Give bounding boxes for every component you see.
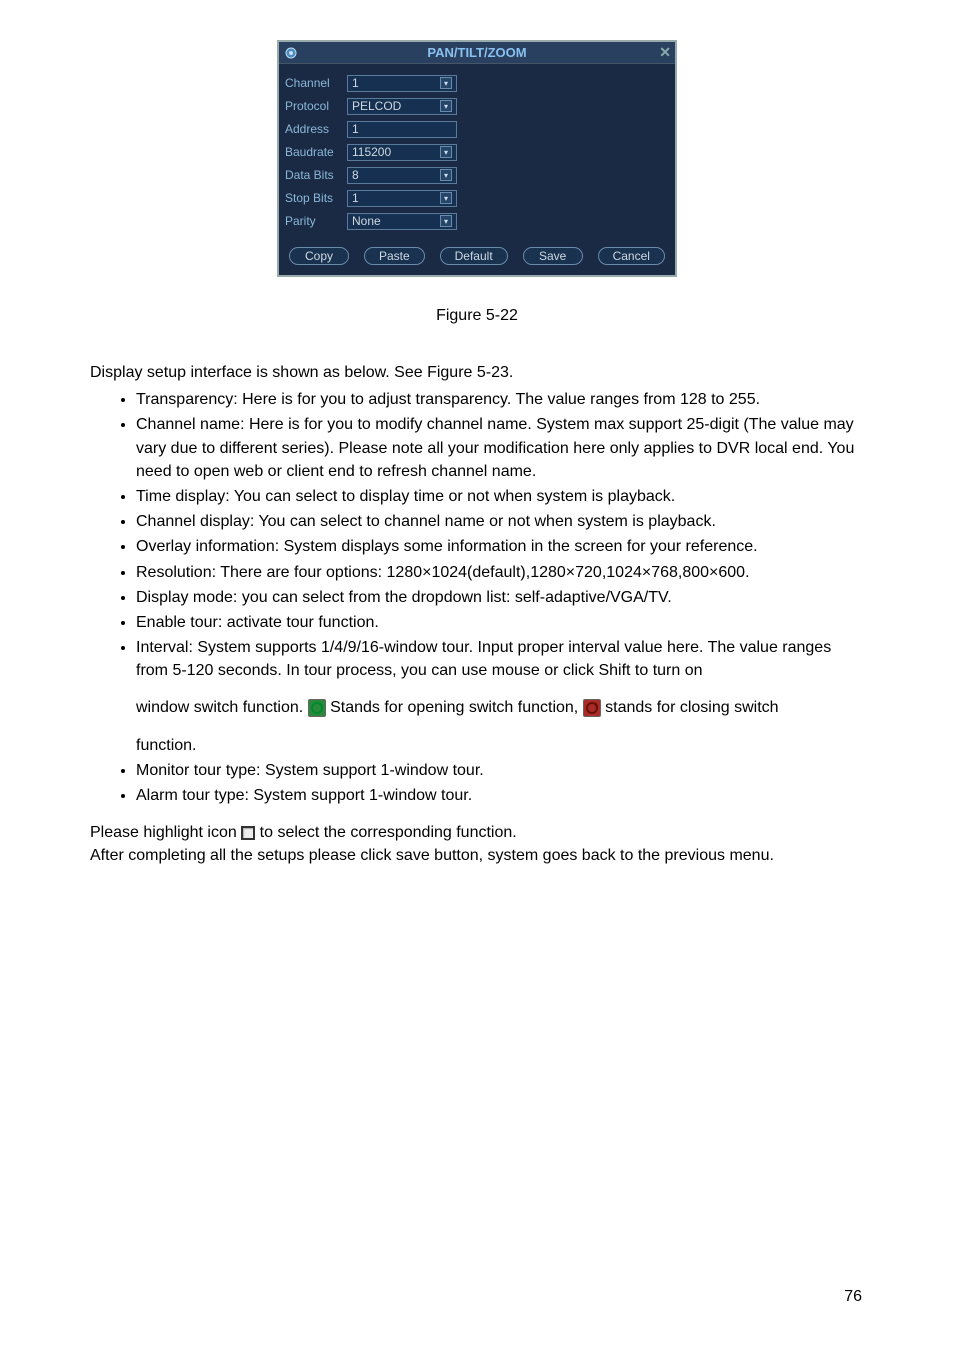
- bullet-time-display: Time display: You can select to display …: [136, 485, 864, 508]
- label-databits: Data Bits: [285, 168, 347, 182]
- body-text: Display setup interface is shown as belo…: [90, 361, 864, 868]
- chevron-down-icon: ▾: [440, 100, 452, 112]
- save-button[interactable]: Save: [523, 247, 583, 265]
- switch-open-icon: [308, 699, 326, 717]
- label-address: Address: [285, 122, 347, 136]
- interval-text-a: Interval: System supports 1/4/9/16-windo…: [136, 639, 831, 679]
- stopbits-select[interactable]: 1 ▾: [347, 190, 457, 207]
- label-stopbits: Stop Bits: [285, 191, 347, 205]
- row-baudrate: Baudrate 115200 ▾: [285, 142, 665, 162]
- address-value: 1: [352, 122, 359, 136]
- row-databits: Data Bits 8 ▾: [285, 165, 665, 185]
- cancel-button[interactable]: Cancel: [598, 247, 665, 265]
- default-button[interactable]: Default: [440, 247, 508, 265]
- protocol-select[interactable]: PELCOD ▾: [347, 98, 457, 115]
- channel-select[interactable]: 1 ▾: [347, 75, 457, 92]
- channel-value: 1: [352, 76, 359, 90]
- label-parity: Parity: [285, 214, 347, 228]
- bullet-enable-tour: Enable tour: activate tour function.: [136, 611, 864, 634]
- chevron-down-icon: ▾: [440, 215, 452, 227]
- databits-value: 8: [352, 168, 359, 182]
- chevron-down-icon: ▾: [440, 77, 452, 89]
- dialog-title-text: PAN/TILT/ZOOM: [427, 45, 526, 60]
- stopbits-value: 1: [352, 191, 359, 205]
- post1-pre: Please highlight icon: [90, 824, 241, 841]
- chevron-down-icon: ▾: [440, 192, 452, 204]
- label-protocol: Protocol: [285, 99, 347, 113]
- parity-value: None: [352, 214, 381, 228]
- dialog-button-row: Copy Paste Default Save Cancel: [279, 239, 675, 275]
- bullet-list: Transparency: Here is for you to adjust …: [90, 388, 864, 807]
- dialog-body: Channel 1 ▾ Protocol PELCOD ▾ Address 1: [279, 64, 675, 239]
- row-protocol: Protocol PELCOD ▾: [285, 96, 665, 116]
- row-address: Address 1: [285, 119, 665, 139]
- page-number: 76: [844, 1288, 862, 1306]
- figure-caption: Figure 5-22: [90, 307, 864, 325]
- bullet-alarm-tour: Alarm tour type: System support 1-window…: [136, 784, 864, 807]
- bullet-interval: Interval: System supports 1/4/9/16-windo…: [136, 636, 864, 757]
- bullet-transparency: Transparency: Here is for you to adjust …: [136, 388, 864, 411]
- row-channel: Channel 1 ▾: [285, 73, 665, 93]
- bullet-channel-name: Channel name: Here is for you to modify …: [136, 413, 864, 483]
- checkbox-icon: [241, 826, 255, 840]
- label-baudrate: Baudrate: [285, 145, 347, 159]
- baudrate-select[interactable]: 115200 ▾: [347, 144, 457, 161]
- interval-text-b-pre: window switch function.: [136, 699, 308, 716]
- interval-text-b-post: stands for closing switch: [605, 699, 778, 716]
- copy-button[interactable]: Copy: [289, 247, 349, 265]
- bullet-overlay: Overlay information: System displays som…: [136, 535, 864, 558]
- switch-close-icon: [583, 699, 601, 717]
- intro-line: Display setup interface is shown as belo…: [90, 361, 864, 384]
- paste-button[interactable]: Paste: [364, 247, 425, 265]
- ptz-dialog: PAN/TILT/ZOOM ✕ Channel 1 ▾ Protocol PEL…: [277, 40, 677, 277]
- interval-text-b-mid: Stands for opening switch function,: [330, 699, 583, 716]
- databits-select[interactable]: 8 ▾: [347, 167, 457, 184]
- address-input[interactable]: 1: [347, 121, 457, 138]
- dialog-titlebar: PAN/TILT/ZOOM ✕: [279, 42, 675, 64]
- row-parity: Parity None ▾: [285, 211, 665, 231]
- parity-select[interactable]: None ▾: [347, 213, 457, 230]
- post-paragraph-2: After completing all the setups please c…: [90, 844, 864, 867]
- close-icon[interactable]: ✕: [659, 44, 671, 61]
- interval-text-c: function.: [136, 734, 864, 757]
- ptz-icon: [283, 45, 299, 61]
- bullet-resolution: Resolution: There are four options: 1280…: [136, 561, 864, 584]
- chevron-down-icon: ▾: [440, 169, 452, 181]
- label-channel: Channel: [285, 76, 347, 90]
- post1-post: to select the corresponding function.: [260, 824, 517, 841]
- protocol-value: PELCOD: [352, 99, 401, 113]
- bullet-display-mode: Display mode: you can select from the dr…: [136, 586, 864, 609]
- baudrate-value: 115200: [352, 145, 391, 159]
- post-paragraph-1: Please highlight icon to select the corr…: [90, 821, 864, 844]
- bullet-monitor-tour: Monitor tour type: System support 1-wind…: [136, 759, 864, 782]
- chevron-down-icon: ▾: [440, 146, 452, 158]
- bullet-channel-display: Channel display: You can select to chann…: [136, 510, 864, 533]
- row-stopbits: Stop Bits 1 ▾: [285, 188, 665, 208]
